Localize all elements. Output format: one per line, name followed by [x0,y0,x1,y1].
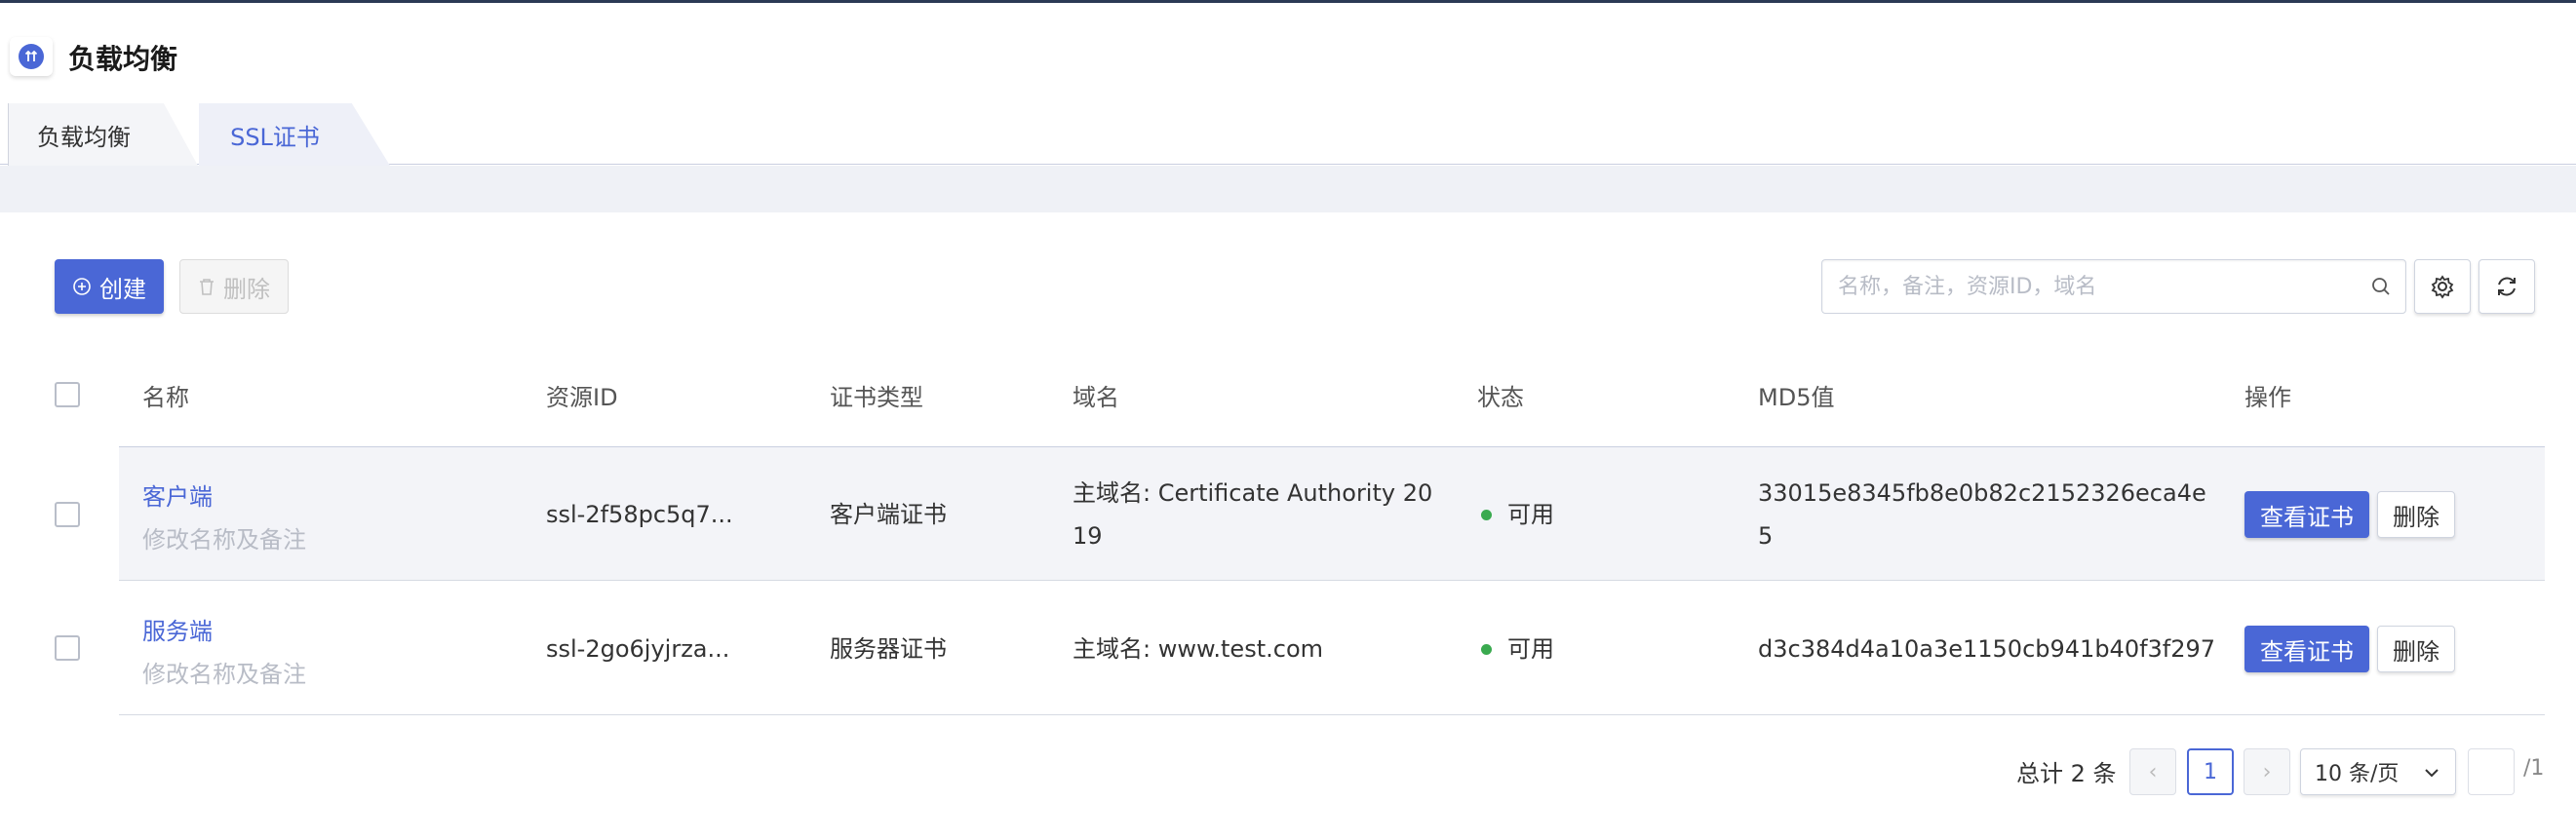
domain-line-1: 主域名: Certificate Authority 20 [1073,479,1433,507]
total-pages: /1 [2523,756,2545,781]
column-header-resource-id: 资源ID [546,384,618,411]
page-title: 负载均衡 [68,43,178,75]
chevron-left-icon: ‹ [2148,759,2158,784]
page-size-label: 10 条/页 [2315,762,2400,786]
row-delete-button[interactable]: 删除 [2377,626,2455,672]
cert-type: 客户端证书 [830,501,947,528]
gear-icon [2431,275,2454,299]
md5-line-2: 5 [1758,522,1774,550]
resource-id: ssl-2f58pc5q7... [546,501,733,528]
edit-name-note-link[interactable]: 修改名称及备注 [142,520,306,554]
settings-button[interactable] [2414,259,2471,314]
edit-name-note-link[interactable]: 修改名称及备注 [142,655,306,689]
refresh-icon [2498,277,2516,296]
next-page-button[interactable]: › [2244,748,2290,795]
trash-icon [200,279,214,295]
column-header-md5: MD5值 [1758,384,1835,411]
delete-button-label: 删除 [223,275,270,303]
cert-name-link[interactable]: 服务端 [142,612,213,646]
column-header-domain: 域名 [1073,384,1119,411]
md5-line-1: d3c384d4a10a3e1150cb941b40f3f297 [1758,635,2216,663]
create-button[interactable]: 创建 [55,259,164,314]
plus-circle-icon [73,278,91,295]
row-checkbox[interactable] [55,635,80,661]
page-size-select[interactable]: 10 条/页 [2300,748,2456,795]
column-header-actions: 操作 [2244,384,2291,411]
create-button-label: 创建 [99,275,146,303]
status-dot-icon [1481,510,1492,520]
tab-load-balancer[interactable]: 负载均衡 [8,103,198,166]
status-dot-icon [1481,644,1492,655]
column-header-name: 名称 [142,384,189,411]
chevron-down-icon [2425,769,2439,778]
select-all-checkbox[interactable] [55,382,80,407]
column-header-cert-type: 证书类型 [830,384,923,411]
delete-button[interactable]: 删除 [179,259,289,314]
prev-page-button[interactable]: ‹ [2129,748,2176,795]
domain-line-2: 19 [1073,522,1103,550]
column-header-status: 状态 [1477,384,1524,411]
page-number-current[interactable]: 1 [2187,748,2234,795]
resource-id: ssl-2go6jyjrza... [546,635,730,663]
page-header: 负载均衡 [0,3,2576,100]
domain-line-1: 主域名: www.test.com [1073,635,1324,663]
cert-type: 服务器证书 [830,635,947,663]
row-checkbox[interactable] [55,502,80,527]
content-band [0,166,2576,212]
tab-ssl-certificate[interactable]: SSL证书 [199,103,390,166]
search-box [1821,259,2406,314]
tab-bar: 负载均衡 SSL证书 [0,100,2576,166]
total-count: 总计 2 条 [2016,760,2117,787]
page-jump-input[interactable] [2468,748,2515,795]
md5-line-1: 33015e8345fb8e0b82c2152326eca4e [1758,479,2206,507]
status-text: 可用 [1507,635,1554,663]
chevron-right-icon: › [2262,759,2272,784]
search-input[interactable] [1838,260,2364,313]
status-text: 可用 [1507,501,1554,528]
refresh-button[interactable] [2478,259,2535,314]
cert-name-link[interactable]: 客户端 [142,477,213,512]
load-balancer-icon [10,37,53,76]
view-certificate-button[interactable]: 查看证书 [2244,491,2369,538]
row-delete-button[interactable]: 删除 [2377,491,2455,538]
search-icon[interactable] [2370,276,2392,297]
view-certificate-button[interactable]: 查看证书 [2244,626,2369,672]
